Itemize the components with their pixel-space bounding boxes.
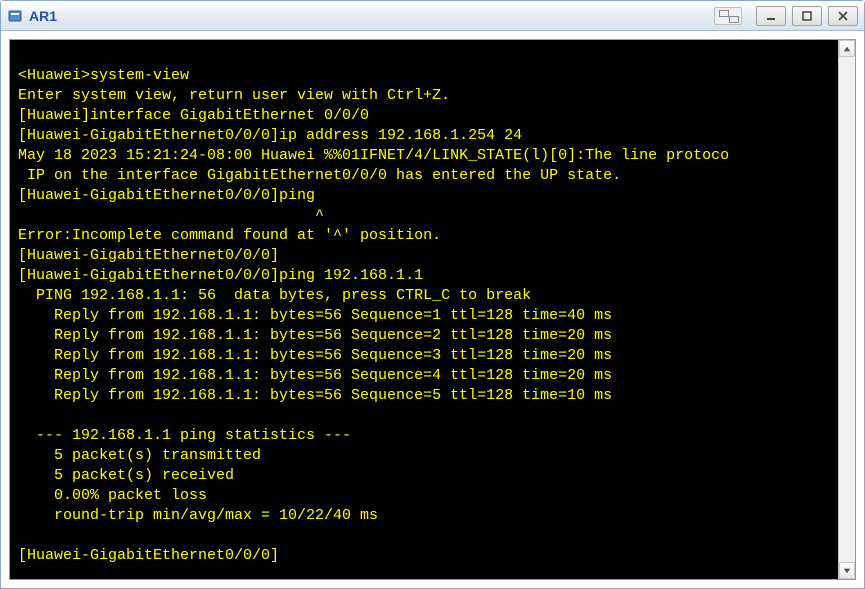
close-button[interactable] xyxy=(828,6,858,26)
app-window: AR1 <Huawei>system-view Enter system vie… xyxy=(0,0,865,589)
scrollbar[interactable] xyxy=(838,40,855,579)
scroll-up-button[interactable] xyxy=(839,40,855,57)
window-controls xyxy=(714,6,858,26)
titlebar[interactable]: AR1 xyxy=(1,1,864,31)
scroll-track[interactable] xyxy=(839,57,855,562)
window-title: AR1 xyxy=(29,8,708,24)
keyboard-icon[interactable] xyxy=(714,7,742,25)
app-icon xyxy=(7,8,23,24)
minimize-button[interactable] xyxy=(756,6,786,26)
terminal-container: <Huawei>system-view Enter system view, r… xyxy=(1,31,864,588)
terminal-output[interactable]: <Huawei>system-view Enter system view, r… xyxy=(10,40,838,579)
terminal[interactable]: <Huawei>system-view Enter system view, r… xyxy=(9,39,856,580)
scroll-down-button[interactable] xyxy=(839,562,855,579)
maximize-button[interactable] xyxy=(792,6,822,26)
